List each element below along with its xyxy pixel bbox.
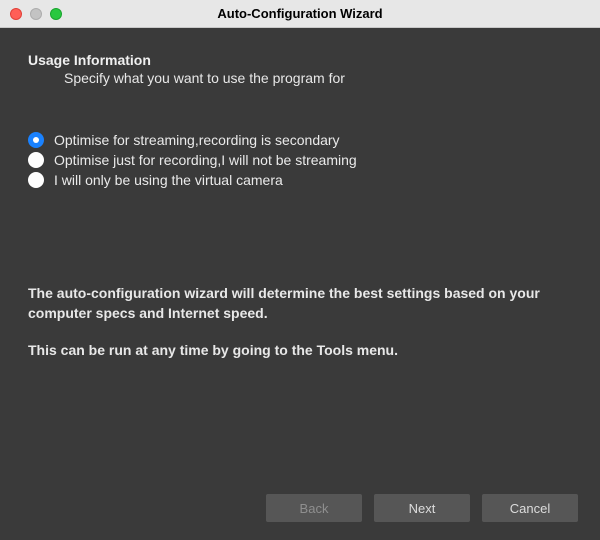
- window-maximize-icon[interactable]: [50, 8, 62, 20]
- wizard-info: The auto-configuration wizard will deter…: [28, 284, 572, 361]
- cancel-button[interactable]: Cancel: [482, 494, 578, 522]
- wizard-button-bar: Back Next Cancel: [266, 494, 578, 522]
- radio-icon: [28, 172, 44, 188]
- radio-option-recording[interactable]: Optimise just for recording,I will not b…: [28, 152, 572, 168]
- usage-radio-group: Optimise for streaming,recording is seco…: [28, 132, 572, 188]
- wizard-content: Usage Information Specify what you want …: [0, 28, 600, 540]
- radio-label: I will only be using the virtual camera: [54, 172, 283, 188]
- radio-label: Optimise for streaming,recording is seco…: [54, 132, 340, 148]
- section-heading: Usage Information: [28, 52, 572, 68]
- section-subtitle: Specify what you want to use the program…: [28, 70, 572, 86]
- window-controls: [0, 8, 62, 20]
- info-paragraph: This can be run at any time by going to …: [28, 341, 572, 361]
- window-title: Auto-Configuration Wizard: [0, 6, 600, 21]
- window-close-icon[interactable]: [10, 8, 22, 20]
- back-button[interactable]: Back: [266, 494, 362, 522]
- titlebar: Auto-Configuration Wizard: [0, 0, 600, 28]
- info-paragraph: The auto-configuration wizard will deter…: [28, 284, 572, 323]
- radio-icon: [28, 132, 44, 148]
- radio-icon: [28, 152, 44, 168]
- radio-label: Optimise just for recording,I will not b…: [54, 152, 357, 168]
- window-minimize-icon: [30, 8, 42, 20]
- radio-option-virtual-camera[interactable]: I will only be using the virtual camera: [28, 172, 572, 188]
- radio-option-streaming[interactable]: Optimise for streaming,recording is seco…: [28, 132, 572, 148]
- next-button[interactable]: Next: [374, 494, 470, 522]
